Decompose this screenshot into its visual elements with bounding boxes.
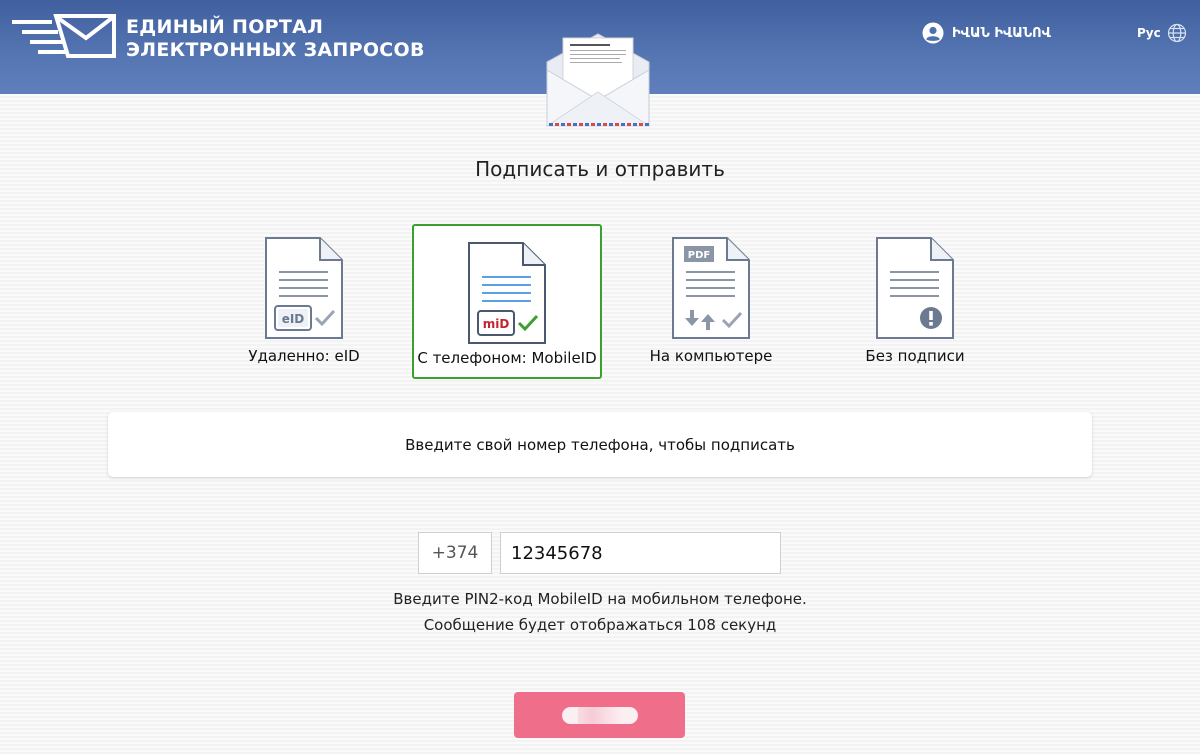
user-avatar-icon bbox=[922, 22, 944, 44]
timeout-hint: Сообщение будет отображаться 108 секунд bbox=[423, 616, 777, 634]
language-switcher[interactable]: Рус bbox=[1137, 23, 1187, 43]
mobileid-badge-label: miD bbox=[483, 317, 510, 331]
globe-icon bbox=[1167, 23, 1186, 43]
sign-option-mobileid[interactable]: miD С телефоном: MobileID bbox=[412, 224, 602, 379]
submit-button[interactable] bbox=[514, 692, 685, 738]
sign-option-no-signature-label: Без подписи bbox=[865, 347, 965, 365]
sign-option-eid-label: Удаленно: eID bbox=[248, 347, 360, 365]
info-message-text: Введите свой номер телефона, чтобы подпи… bbox=[405, 435, 795, 454]
phone-number-input[interactable] bbox=[500, 532, 781, 574]
portal-logo[interactable] bbox=[8, 12, 118, 62]
portal-title: ЕДИНЫЙ ПОРТАЛ ЭЛЕКТРОННЫХ ЗАПРОСОВ bbox=[126, 16, 425, 62]
page-heading: Подписать и отправить bbox=[475, 157, 725, 181]
portal-title-line1: ЕДИНЫЙ ПОРТАЛ bbox=[126, 16, 324, 38]
sign-option-mobileid-label: С телефоном: MobileID bbox=[417, 349, 597, 367]
user-name: ԻՎԱՆ ԻՎԱՆՈՎ bbox=[952, 25, 1051, 41]
submit-button-label-obscured bbox=[562, 707, 638, 724]
document-warning-icon bbox=[876, 237, 954, 339]
language-label: Рус bbox=[1137, 26, 1161, 40]
country-code[interactable]: +374 bbox=[418, 532, 492, 574]
user-menu[interactable]: ԻՎԱՆ ԻՎԱՆՈՎ bbox=[922, 21, 1051, 45]
sign-option-computer[interactable]: PDF На компьютере bbox=[616, 224, 806, 379]
mobileid-document-icon: miD bbox=[468, 242, 546, 344]
envelope-icon bbox=[545, 33, 651, 127]
sign-option-no-signature[interactable]: Без подписи bbox=[820, 224, 1010, 379]
eid-document-icon: eID bbox=[265, 237, 343, 339]
portal-title-line2: ЭЛЕКТРОННЫХ ЗАПРОСОВ bbox=[126, 39, 425, 61]
pdf-badge-label: PDF bbox=[688, 250, 710, 261]
sign-option-computer-label: На компьютере bbox=[649, 347, 773, 365]
pin-hint: Введите PIN2-код MobileID на мобильном т… bbox=[393, 590, 807, 608]
pdf-document-icon: PDF bbox=[672, 237, 750, 339]
info-message: Введите свой номер телефона, чтобы подпи… bbox=[108, 412, 1092, 477]
eid-badge-label: eID bbox=[282, 312, 305, 326]
country-code-value: +374 bbox=[431, 543, 479, 563]
sign-option-eid[interactable]: eID Удаленно: eID bbox=[209, 224, 399, 379]
